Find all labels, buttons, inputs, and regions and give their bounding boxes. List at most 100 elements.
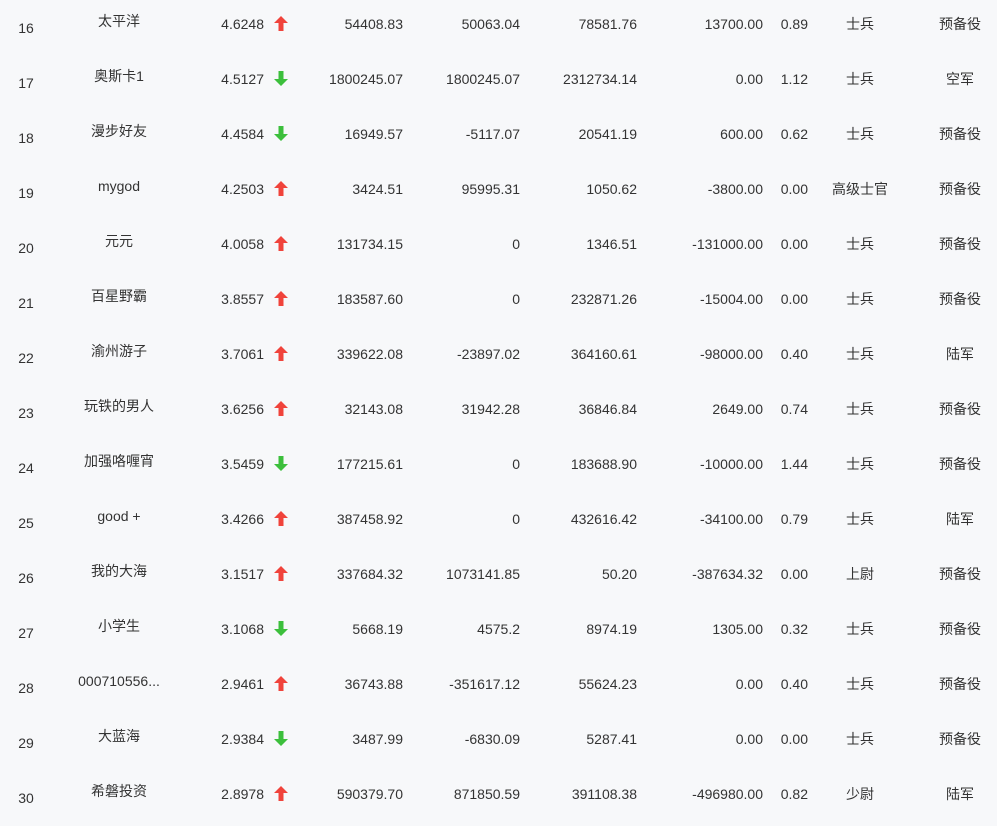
rank-cell: 19 [18, 185, 34, 201]
table-row[interactable]: 27 小学生 3.1068 5668.19 4575.2 8974.19 1305.00 0.… [0, 602, 997, 657]
trend-cell [272, 492, 290, 547]
arrow-up-icon [274, 345, 288, 361]
table-row[interactable]: 19 mygod 4.2503 3424.51 95995.31 1050.62 -3800… [0, 162, 997, 217]
username-cell[interactable]: 希磐投资 [60, 764, 178, 819]
trend-cell [272, 547, 290, 602]
value4-cell: -10000.00 [699, 456, 763, 472]
table-row[interactable]: 22 渝州游子 3.7061 339622.08 -23897.02 364160.61 -… [0, 327, 997, 382]
unit-cell: 陆军 [946, 511, 974, 527]
rank-cell: 16 [18, 20, 34, 36]
score-cell: 3.1068 [221, 621, 264, 637]
ratio-cell: 0.32 [780, 621, 808, 637]
value1-cell: 339622.08 [336, 346, 403, 362]
score-cell: 3.7061 [221, 346, 264, 362]
table-row[interactable]: 23 玩铁的男人 3.6256 32143.08 31942.28 36846.84 264… [0, 382, 997, 437]
value4-cell: -131000.00 [692, 236, 763, 252]
military-rank-cell: 士兵 [846, 16, 874, 32]
value2-cell: 0 [512, 511, 520, 527]
trend-cell [272, 327, 290, 382]
value2-cell: 4575.2 [477, 621, 520, 637]
value2-cell: -5117.07 [465, 126, 520, 142]
value1-cell: 54408.83 [344, 16, 403, 32]
score-cell: 4.6248 [221, 16, 264, 32]
value3-cell: 232871.26 [570, 291, 637, 307]
table-row[interactable]: 18 漫步好友 4.4584 16949.57 -5117.07 20541.19 600.… [0, 107, 997, 162]
value1-cell: 590379.70 [336, 786, 403, 802]
table-row[interactable]: 30 希磐投资 2.8978 590379.70 871850.59 391108.38 -… [0, 767, 997, 822]
score-cell: 3.8557 [221, 291, 264, 307]
value2-cell: -351617.12 [449, 676, 520, 692]
table-row[interactable]: 24 加强咯喱宵 3.5459 177215.61 0 183688.90 -10000.0… [0, 437, 997, 492]
ratio-cell: 0.62 [780, 126, 808, 142]
value2-cell: 1800245.07 [446, 71, 520, 87]
username-cell[interactable]: 奥斯卡1 [60, 49, 178, 104]
ratio-cell: 0.00 [780, 731, 808, 747]
username-cell[interactable]: 玩铁的男人 [60, 379, 178, 434]
value3-cell: 50.20 [601, 566, 637, 582]
value2-cell: 50063.04 [461, 16, 520, 32]
value3-cell: 1050.62 [586, 181, 637, 197]
username-cell[interactable]: 小学生 [60, 599, 178, 654]
username-cell[interactable]: 元元 [60, 214, 178, 269]
username-cell[interactable]: good + [60, 489, 178, 544]
username-cell[interactable]: 漫步好友 [60, 104, 178, 159]
trend-cell [272, 712, 290, 767]
username-cell[interactable]: 加强咯喱宵 [60, 434, 178, 489]
value2-cell: -23897.02 [456, 346, 520, 362]
username-cell[interactable]: 百星野霸 [60, 269, 178, 324]
value3-cell: 8974.19 [586, 621, 637, 637]
arrow-up-icon [274, 785, 288, 801]
value1-cell: 3424.51 [352, 181, 403, 197]
value3-cell: 183688.90 [570, 456, 637, 472]
table-row[interactable]: 25 good + 3.4266 387458.92 0 432616.42 -34100.… [0, 492, 997, 547]
username-cell[interactable]: 大蓝海 [60, 709, 178, 764]
table-row[interactable]: 20 元元 4.0058 131734.15 0 1346.51 -131000.00 0.0… [0, 217, 997, 272]
ratio-cell: 0.40 [780, 346, 808, 362]
table-row[interactable]: 26 我的大海 3.1517 337684.32 1073141.85 50.20 -387… [0, 547, 997, 602]
rank-cell: 29 [18, 735, 34, 751]
username-cell[interactable]: 太平洋 [60, 0, 178, 49]
arrow-down-icon [274, 125, 288, 141]
table-row[interactable]: 29 大蓝海 2.9384 3487.99 -6830.09 5287.41 0.00 0.0… [0, 712, 997, 767]
unit-cell: 预备役 [939, 291, 981, 307]
military-rank-cell: 士兵 [846, 346, 874, 362]
ratio-cell: 0.00 [780, 181, 808, 197]
rank-cell: 30 [18, 790, 34, 806]
rank-cell: 26 [18, 570, 34, 586]
trend-cell [272, 107, 290, 162]
username-cell[interactable]: mygod [60, 159, 178, 214]
unit-cell: 预备役 [939, 401, 981, 417]
rank-cell: 21 [18, 295, 34, 311]
arrow-up-icon [274, 510, 288, 526]
username-cell[interactable]: 渝州游子 [60, 324, 178, 379]
ratio-cell: 1.44 [780, 456, 808, 472]
unit-cell: 空军 [946, 71, 974, 87]
score-cell: 4.0058 [221, 236, 264, 252]
score-cell: 4.4584 [221, 126, 264, 142]
value3-cell: 1346.51 [586, 236, 637, 252]
table-row[interactable]: 17 奥斯卡1 4.5127 1800245.07 1800245.07 2312734.… [0, 52, 997, 107]
table-row[interactable]: 16 太平洋 4.6248 54408.83 50063.04 78581.76 13700… [0, 0, 997, 52]
username-cell[interactable]: 我的大海 [60, 544, 178, 599]
rank-cell: 18 [18, 130, 34, 146]
trend-cell [272, 382, 290, 437]
username-cell[interactable]: 000710556... [60, 654, 178, 709]
table-row[interactable]: 28 000710556... 2.9461 36743.88 -351617.12 55… [0, 657, 997, 712]
trend-cell [272, 602, 290, 657]
rank-cell: 23 [18, 405, 34, 421]
table-row[interactable]: 21 百星野霸 3.8557 183587.60 0 232871.26 -15004.00… [0, 272, 997, 327]
unit-cell: 预备役 [939, 676, 981, 692]
value4-cell: 0.00 [735, 676, 763, 692]
value1-cell: 16949.57 [344, 126, 403, 142]
rank-cell: 27 [18, 625, 34, 641]
score-cell: 3.5459 [221, 456, 264, 472]
score-cell: 2.8978 [221, 786, 264, 802]
unit-cell: 陆军 [946, 346, 974, 362]
value4-cell: -3800.00 [707, 181, 763, 197]
value1-cell: 36743.88 [344, 676, 403, 692]
ratio-cell: 0.40 [780, 676, 808, 692]
military-rank-cell: 士兵 [846, 401, 874, 417]
arrow-up-icon [274, 565, 288, 581]
value3-cell: 20541.19 [578, 126, 637, 142]
score-cell: 4.2503 [221, 181, 264, 197]
